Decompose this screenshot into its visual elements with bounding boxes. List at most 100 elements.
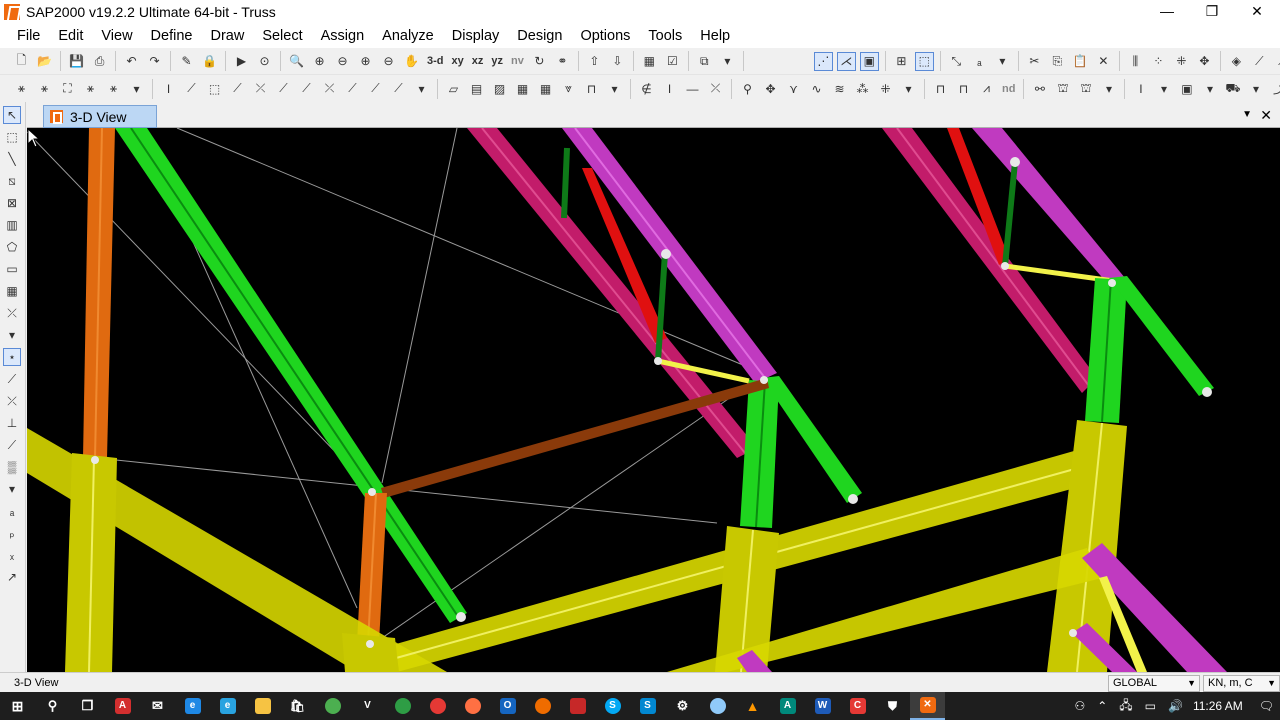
blue-app-icon[interactable] [700,692,735,720]
grid-snap-icon[interactable]: ⊞ [892,52,911,71]
draw-poly-area-icon[interactable]: ⬠ [3,238,21,256]
red-square-app-icon[interactable]: C [840,692,875,720]
settings-gear-icon[interactable]: ⚙ [665,692,700,720]
frame-distributed-icon[interactable]: ⟋ [366,79,385,98]
frame-local-axes-icon[interactable]: ⟋ [274,79,293,98]
area-temp-icon[interactable]: ⩔ [559,79,578,98]
select-all-icon[interactable]: ⤡ [947,52,966,71]
frame-output-stations-icon[interactable]: ⤫ [251,79,270,98]
show-response-spectrum-icon[interactable]: ≋ [830,79,849,98]
menu-tools[interactable]: Tools [639,24,691,48]
cut-icon[interactable]: ✂ [1025,52,1044,71]
select-joints-icon[interactable]: ⚯ [1030,79,1049,98]
internet-explorer-icon[interactable]: e [210,692,245,720]
save-icon[interactable]: 💾 [67,52,86,71]
show-joint-reactions-icon[interactable]: ⚲ [738,79,757,98]
notification-icon[interactable]: 🗨 [1259,699,1274,713]
view-xy-button[interactable]: xy [450,52,466,71]
joint-springs-icon[interactable]: ⚹ [35,79,54,98]
replicate-icon[interactable]: ⫼ [1126,52,1145,71]
snap-to-ends-icon[interactable]: ⟋ [3,370,21,388]
joint-node[interactable] [661,249,671,259]
menu-help[interactable]: Help [691,24,739,48]
windows-start-icon[interactable]: ⊞ [0,692,35,720]
redo-icon[interactable]: ↷ [145,52,164,71]
display-options-icon[interactable]: ▦ [640,52,659,71]
red-app-icon[interactable] [560,692,595,720]
joint-node[interactable] [368,488,376,496]
snap-to-perpendicular-icon[interactable]: ⊥ [3,414,21,432]
clear-selection-icon[interactable]: ₓ [3,546,21,564]
dropdown-arrow-icon[interactable]: ▾ [3,326,21,344]
joint-node[interactable] [848,494,858,504]
show-numeric-values-icon[interactable]: ⁂ [853,79,872,98]
dropdown-arrow-icon[interactable]: ▾ [1154,79,1173,98]
view-yz-button[interactable]: yz [489,52,505,71]
dropdown-arrow-icon[interactable]: ▾ [605,79,624,98]
file-explorer-icon[interactable] [245,692,280,720]
frame-loads-icon[interactable]: ⟋ [343,79,362,98]
object-check-icon[interactable]: ☑ [663,52,682,71]
snap-lines-icon[interactable]: ⋌ [836,51,856,71]
opera-icon[interactable] [420,692,455,720]
joint-node[interactable] [760,376,768,384]
perspective-icon[interactable]: ⚭ [553,52,572,71]
acrobat-icon[interactable]: A [105,692,140,720]
select-window-icon[interactable]: ⬚ [914,51,934,71]
dropdown-arrow-icon[interactable]: ▾ [718,52,737,71]
autocad-icon[interactable]: A [770,692,805,720]
sap2000-app-icon[interactable] [4,4,20,20]
area-section-icon[interactable]: ▱ [444,79,463,98]
frame-hinges-icon[interactable]: ⤫ [320,79,339,98]
show-tables-icon[interactable]: — [683,79,702,98]
joint-node[interactable] [366,640,374,648]
open-model-icon[interactable]: 📂 [35,52,54,71]
menu-display[interactable]: Display [443,24,509,48]
system-clock[interactable]: 11:26 AM [1193,699,1243,713]
view-xz-button[interactable]: xz [470,52,486,71]
rubber-band-zoom-icon[interactable]: 🔍 [287,52,306,71]
draw-portal-icon[interactable]: ⊓ [954,79,973,98]
mail-icon[interactable]: ✉ [140,692,175,720]
copy-icon[interactable]: ⎘ [1048,52,1067,71]
show-forces-icon[interactable]: ∉ [637,79,656,98]
draw-frame-icon[interactable]: ⊓ [931,79,950,98]
show-undeformed-icon[interactable]: ⧉ [695,52,714,71]
move-down-icon[interactable]: ⇩ [608,52,627,71]
menu-analyze[interactable]: Analyze [373,24,443,48]
merge-joints-icon[interactable]: ⁜ [1172,52,1191,71]
design-concrete-icon[interactable]: ▣ [1177,79,1196,98]
select-areas-icon[interactable]: ⛫ [1076,79,1095,98]
rotate-view-icon[interactable]: ↻ [530,52,549,71]
menu-select[interactable]: Select [253,24,311,48]
design-cold-formed-icon[interactable]: ⤴ [1269,79,1280,98]
delete-icon[interactable]: ✕ [1094,52,1113,71]
joint-loads-icon[interactable]: ⚹ [104,79,123,98]
network-icon[interactable]: 🖧 [1119,696,1132,717]
tray-expand-icon[interactable]: ⌃ [1097,699,1107,713]
move-icon[interactable]: ✥ [1195,52,1214,71]
quick-draw-braces-icon[interactable]: ⊠ [3,194,21,212]
model-3d-viewport[interactable] [27,128,1280,672]
joint-restraints-icon[interactable]: ⚹ [12,79,31,98]
divide-frames-icon[interactable]: ⁘ [1149,52,1168,71]
frame-insertion-icon[interactable]: ⟋ [228,79,247,98]
dropdown-arrow-icon[interactable]: ▾ [1200,79,1219,98]
task-view-icon[interactable]: ❐ [70,692,105,720]
area-pressure-icon[interactable]: ⊓ [582,79,601,98]
menu-assign[interactable]: Assign [312,24,374,48]
model-canvas[interactable] [27,128,1280,672]
joint-node[interactable] [654,357,662,365]
design-aluminum-icon[interactable]: ⛟ [1223,79,1242,98]
pointer-icon[interactable]: ↖ [3,106,21,124]
move-up-icon[interactable]: ⇧ [585,52,604,71]
draw-area-icon[interactable]: ◈ [1227,52,1246,71]
area-loads-icon[interactable]: ▦ [513,79,532,98]
menu-define[interactable]: Define [142,24,202,48]
draw-truss-icon[interactable]: ⩘ [977,79,996,98]
joint-node[interactable] [91,456,99,464]
menu-draw[interactable]: Draw [201,24,253,48]
joint-constraints-icon[interactable]: ⛶ [58,79,77,98]
lock-model-icon[interactable]: 🔒 [200,52,219,71]
dropdown-arrow-icon[interactable]: ▾ [412,79,431,98]
